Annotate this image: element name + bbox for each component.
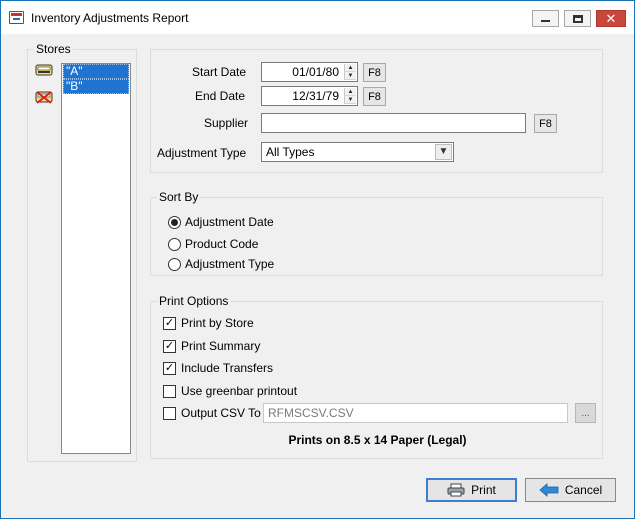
sort-option-label: Adjustment Type xyxy=(185,257,275,271)
store-item-b[interactable]: "B" xyxy=(63,79,129,94)
close-icon: ✕ xyxy=(605,10,617,26)
supplier-label: Supplier xyxy=(204,116,249,130)
filters-group: Start Date 01/01/80 ▲ ▼ F8 End Date 12/3… xyxy=(150,49,603,173)
checkbox-label: Include Transfers xyxy=(181,361,274,375)
start-date-f8-button[interactable]: F8 xyxy=(363,63,386,82)
paper-size-note: Prints on 8.5 x 14 Paper (Legal) xyxy=(288,433,467,447)
adjustment-type-value: All Types xyxy=(266,145,315,159)
app-icon xyxy=(9,11,24,24)
radio-icon[interactable] xyxy=(168,257,181,271)
end-date-f8-button[interactable]: F8 xyxy=(363,87,386,106)
print-button-label: Print xyxy=(471,483,496,497)
checkbox-empty-icon[interactable] xyxy=(163,406,176,420)
sort-option-product-code[interactable]: Product Code xyxy=(168,236,258,252)
close-button[interactable]: ✕ xyxy=(596,10,626,27)
end-date-label: End Date xyxy=(195,89,246,103)
sort-by-label: Sort By xyxy=(157,190,201,204)
stores-label: Stores xyxy=(34,42,73,56)
minimize-icon xyxy=(541,19,550,22)
minimize-button[interactable] xyxy=(532,10,559,27)
sort-option-label: Product Code xyxy=(185,237,259,251)
print-summary-checkbox[interactable]: ✓ Print Summary xyxy=(163,338,260,354)
store-selected-icon xyxy=(35,64,53,76)
stores-group: Stores "A" "B" xyxy=(27,42,137,462)
use-greenbar-checkbox[interactable]: Use greenbar printout xyxy=(163,383,297,399)
checkmark-icon[interactable]: ✓ xyxy=(163,316,176,330)
start-date-value: 01/01/80 xyxy=(292,65,339,79)
spin-down-icon[interactable]: ▼ xyxy=(345,72,356,80)
adjustment-type-label: Adjustment Type xyxy=(157,146,247,160)
sort-option-label: Adjustment Date xyxy=(185,215,274,229)
start-date-label: Start Date xyxy=(192,65,247,79)
arrow-left-icon xyxy=(539,483,559,497)
print-button[interactable]: Print xyxy=(426,478,517,502)
stores-listbox[interactable]: "A" "B" xyxy=(61,63,131,454)
start-date-field[interactable]: 01/01/80 ▲ ▼ xyxy=(261,62,358,82)
store-item-a[interactable]: "A" xyxy=(63,64,129,79)
window-title: Inventory Adjustments Report xyxy=(31,11,189,25)
include-transfers-checkbox[interactable]: ✓ Include Transfers xyxy=(163,360,273,376)
report-window: Inventory Adjustments Report ✕ Stores "A… xyxy=(0,0,635,519)
printer-icon xyxy=(447,483,465,497)
output-csv-checkbox[interactable]: Output CSV To xyxy=(163,405,261,421)
sort-option-adjustment-date[interactable]: Adjustment Date xyxy=(168,214,274,230)
checkmark-icon[interactable]: ✓ xyxy=(163,339,176,353)
radio-selected-icon[interactable] xyxy=(168,215,181,229)
start-date-spinner[interactable]: ▲ ▼ xyxy=(344,64,356,80)
maximize-icon xyxy=(572,14,583,23)
cancel-button[interactable]: Cancel xyxy=(525,478,616,502)
sort-by-group: Sort By Adjustment Date Product Code Adj… xyxy=(150,190,603,276)
radio-icon[interactable] xyxy=(168,237,181,251)
cancel-button-label: Cancel xyxy=(564,483,603,497)
checkbox-label: Print by Store xyxy=(181,316,254,330)
end-date-spinner[interactable]: ▲ ▼ xyxy=(344,88,356,104)
checkbox-empty-icon[interactable] xyxy=(163,384,176,398)
end-date-field[interactable]: 12/31/79 ▲ ▼ xyxy=(261,86,358,106)
spin-down-icon[interactable]: ▼ xyxy=(345,96,356,104)
print-options-group: Print Options ✓ Print by Store ✓ Print S… xyxy=(150,294,603,459)
browse-button[interactable]: ... xyxy=(575,403,596,423)
adjustment-type-select[interactable]: All Types ▼ xyxy=(261,142,454,162)
maximize-button[interactable] xyxy=(564,10,591,27)
checkbox-label: Use greenbar printout xyxy=(181,384,298,398)
end-date-value: 12/31/79 xyxy=(292,89,339,103)
supplier-f8-button[interactable]: F8 xyxy=(534,114,557,133)
supplier-input[interactable] xyxy=(261,113,526,133)
sort-option-adjustment-type[interactable]: Adjustment Type xyxy=(168,256,274,272)
title-bar[interactable]: Inventory Adjustments Report ✕ xyxy=(1,1,634,34)
csv-path-input[interactable]: RFMSCSV.CSV xyxy=(263,403,568,423)
chevron-down-icon[interactable]: ▼ xyxy=(435,144,452,160)
print-options-label: Print Options xyxy=(157,294,231,308)
checkmark-icon[interactable]: ✓ xyxy=(163,361,176,375)
checkbox-label: Output CSV To xyxy=(181,406,261,420)
store-unselected-icon xyxy=(35,91,53,104)
print-by-store-checkbox[interactable]: ✓ Print by Store xyxy=(163,315,254,331)
checkbox-label: Print Summary xyxy=(181,339,261,353)
